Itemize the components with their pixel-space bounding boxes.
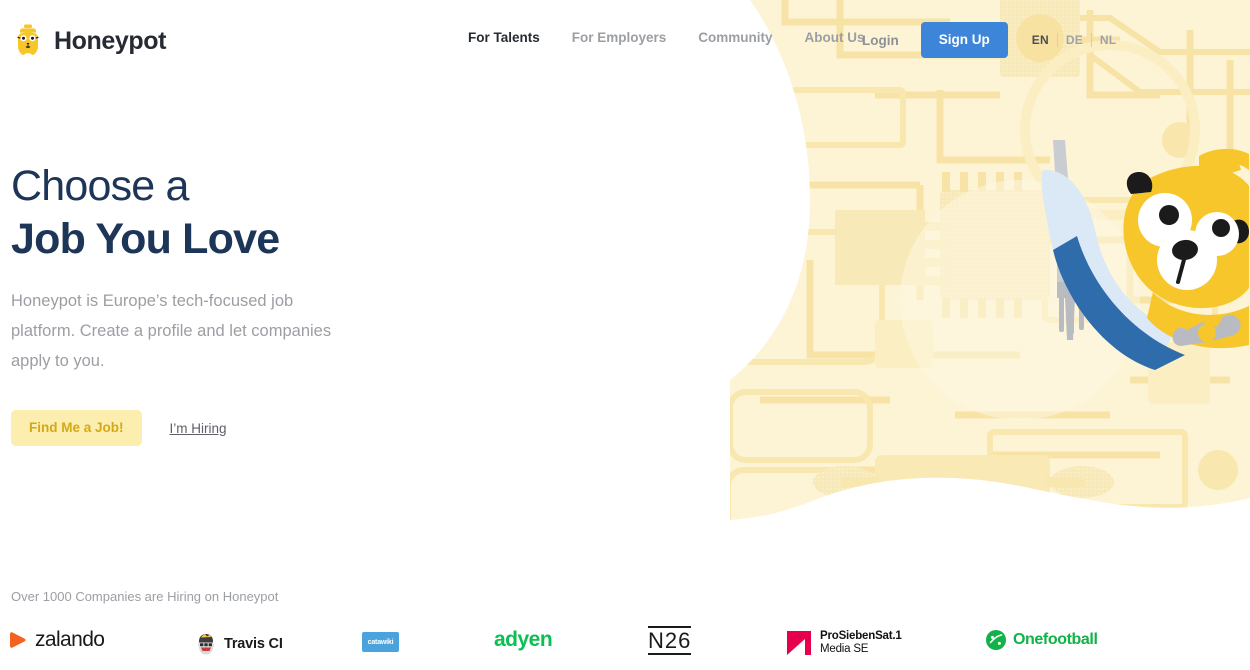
travis-ci-mascot-icon — [195, 633, 217, 655]
travis-ci-wordmark: Travis CI — [224, 636, 283, 652]
nav-item-community[interactable]: Community — [682, 30, 788, 45]
rake-icon — [1053, 140, 1095, 340]
logo-catawiki[interactable]: catawiki — [362, 632, 399, 652]
im-hiring-link[interactable]: I’m Hiring — [170, 421, 227, 436]
circuit-board-pattern — [730, 0, 1250, 520]
language-option-en[interactable]: EN — [1032, 33, 1057, 47]
headline-line-2: Job You Love — [11, 215, 280, 263]
logo-travis-ci[interactable]: Travis CI — [194, 632, 283, 656]
headline-line-1: Choose a — [11, 162, 189, 210]
logo-onefootball[interactable]: Onefootball — [986, 630, 1098, 650]
zalando-wordmark: zalando — [35, 628, 105, 651]
logo-n26[interactable]: N26 — [648, 626, 692, 655]
nav-item-for-employers[interactable]: For Employers — [556, 30, 683, 45]
site-header: Honeypot For Talents For Employers Commu… — [0, 0, 1250, 82]
login-link[interactable]: Login — [862, 33, 899, 48]
logo-adyen[interactable]: adyen — [494, 628, 553, 652]
header-actions: Login Sign Up EN DE NL — [862, 22, 1124, 58]
catawiki-box: catawiki — [362, 632, 399, 652]
hero-subcopy: Honeypot is Europe’s tech-focused job pl… — [11, 292, 332, 370]
hero-cta-row: Find Me a Job! I’m Hiring — [11, 410, 431, 446]
find-me-a-job-button[interactable]: Find Me a Job! — [11, 410, 142, 446]
prosiebensat1-mark-icon — [787, 631, 811, 655]
onefootball-mark-icon — [986, 630, 1006, 650]
signup-button[interactable]: Sign Up — [920, 22, 1008, 58]
honeypot-bear-icon — [17, 24, 39, 55]
n26-wordmark: N26 — [648, 626, 692, 655]
hero-content: Choose a Job You Love Honeypot is Europe… — [11, 160, 431, 446]
prosiebensat1-line-1: ProSiebenSat.1 — [820, 630, 902, 642]
language-option-nl[interactable]: NL — [1092, 33, 1124, 47]
n26-text: N26 — [648, 626, 692, 655]
logo-zalando[interactable]: zalando — [8, 628, 105, 652]
language-option-de[interactable]: DE — [1058, 33, 1091, 47]
catawiki-wordmark: catawiki — [367, 638, 394, 646]
main-navigation: For Talents For Employers Community Abou… — [468, 30, 881, 45]
page-title: Choose a Job You Love — [11, 160, 431, 266]
nav-item-for-talents[interactable]: For Talents — [468, 30, 556, 45]
logo-prosiebensat1[interactable]: ProSiebenSat.1 Media SE — [786, 630, 902, 656]
adyen-wordmark: adyen — [494, 628, 553, 651]
company-logos: zalando Travis CI catawiki adyen N26 Pro… — [0, 618, 1250, 670]
hero-background — [690, 0, 1250, 560]
brand-name: Honeypot — [54, 26, 167, 55]
landing-page: Honeypot For Talents For Employers Commu… — [0, 0, 1250, 670]
zalando-mark-icon — [10, 632, 26, 648]
brand-logo[interactable]: Honeypot — [11, 24, 166, 58]
companies-label: Over 1000 Companies are Hiring on Honeyp… — [11, 589, 279, 604]
bear-head — [1123, 165, 1249, 309]
prosiebensat1-line-2: Media SE — [820, 643, 869, 655]
language-switcher: EN DE NL — [1032, 33, 1125, 47]
wrench-icon — [1172, 314, 1241, 346]
onefootball-wordmark: Onefootball — [1013, 631, 1098, 648]
bear-mascot-illustration — [1035, 140, 1250, 375]
scarf-dark — [1053, 236, 1185, 370]
prosiebensat1-wordmark: ProSiebenSat.1 Media SE — [820, 630, 902, 656]
scarf-light — [1041, 169, 1175, 370]
